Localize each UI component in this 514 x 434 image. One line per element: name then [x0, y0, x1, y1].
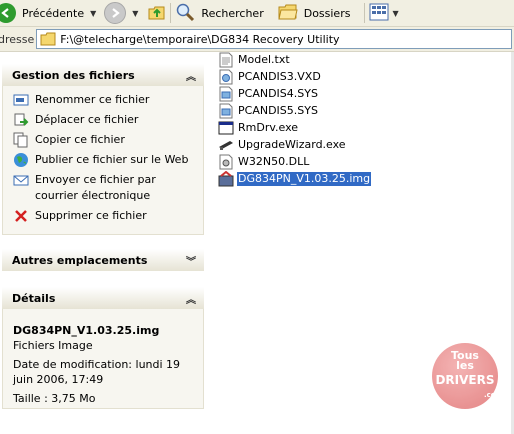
back-label: Précédente [22, 6, 85, 20]
exe-file-icon [218, 137, 234, 153]
watermark-line: les [456, 359, 474, 372]
image-file-icon [218, 171, 234, 187]
task-label: Envoyer ce fichier par courrier électron… [35, 173, 156, 202]
system-file-icon [218, 86, 234, 102]
toolbar-separator [364, 3, 366, 23]
file-tasks-title: Gestion des fichiers [12, 68, 135, 82]
file-item[interactable]: UpgradeWizard.exe [218, 137, 347, 153]
address-input[interactable]: F:\@telecharge\temporaire\DG834 Recovery… [36, 29, 512, 49]
toolbar: Précédente ▼ ▼ Rechercher Dossiers ▼ [0, 0, 514, 27]
detail-modified: Date de modification: lundi 19 juin 2006… [13, 358, 181, 386]
file-item[interactable]: W32N50.DLL [218, 154, 310, 170]
forward-arrow-icon [104, 2, 127, 24]
file-name: PCANDIS3.VXD [238, 70, 321, 83]
file-tasks-header[interactable]: Gestion des fichiers ︽ [2, 64, 204, 86]
exe-file-icon [218, 120, 234, 136]
file-tasks-body: Renommer ce fichier Déplacer ce fichier … [2, 86, 204, 235]
forward-button[interactable]: ▼ [104, 2, 138, 24]
file-item[interactable]: Model.txt [218, 52, 291, 68]
file-name: W32N50.DLL [238, 155, 310, 168]
details-body: DG834PN_V1.03.25.img Fichiers Image Date… [2, 309, 204, 409]
detail-size: Taille : 3,75 Mo [13, 392, 96, 405]
task-label: Publier ce fichier sur le Web [35, 153, 189, 166]
details-title: Détails [12, 291, 56, 305]
move-icon [13, 112, 29, 128]
file-name: RmDrv.exe [238, 121, 299, 134]
task-rename[interactable]: Renommer ce fichier [13, 92, 195, 108]
file-name: DG834PN_V1.03.25.img [237, 172, 372, 186]
views-icon [369, 3, 389, 24]
file-item[interactable]: PCANDIS5.SYS [218, 103, 319, 119]
task-email[interactable]: Envoyer ce fichier par courrier électron… [13, 172, 195, 204]
toolbar-separator [170, 3, 172, 23]
folders-icon [278, 3, 298, 24]
back-button[interactable]: Précédente ▼ [0, 2, 96, 24]
expand-chevron-icon[interactable]: ︾ [186, 253, 196, 268]
other-places-header[interactable]: Autres emplacements ︾ [2, 249, 204, 271]
folders-label: Dossiers [303, 6, 351, 20]
folders-button[interactable]: Dossiers [278, 2, 351, 24]
search-icon [175, 2, 195, 25]
copy-icon [13, 132, 29, 148]
details-header[interactable]: Détails ︽ [2, 287, 204, 309]
task-delete[interactable]: Supprimer ce fichier [13, 208, 195, 224]
dll-file-icon [218, 154, 234, 170]
address-path: F:\@telecharge\temporaire\DG834 Recovery… [60, 32, 340, 46]
delete-icon [13, 208, 29, 224]
task-label: Supprimer ce fichier [35, 209, 147, 222]
task-move[interactable]: Déplacer ce fichier [13, 112, 195, 128]
search-label: Rechercher [201, 6, 264, 20]
task-label: Déplacer ce fichier [35, 113, 139, 126]
detail-file-name: DG834PN_V1.03.25.img [13, 324, 160, 337]
task-publish-web[interactable]: Publier ce fichier sur le Web [13, 152, 195, 168]
file-tasks-panel: Gestion des fichiers ︽ Renommer ce fichi… [2, 64, 204, 235]
file-name: PCANDIS4.SYS [238, 87, 318, 100]
file-item-selected[interactable]: DG834PN_V1.03.25.img [218, 171, 372, 187]
collapse-chevron-icon[interactable]: ︽ [186, 68, 196, 83]
search-button[interactable]: Rechercher [175, 2, 264, 25]
file-list: Model.txt PCANDIS3.VXD PCANDIS4.SYS PCAN… [216, 52, 512, 202]
rename-icon [13, 92, 29, 108]
file-name: UpgradeWizard.exe [238, 138, 346, 151]
task-label: Renommer ce fichier [35, 93, 150, 106]
back-dropdown-icon[interactable]: ▼ [90, 9, 96, 18]
globe-icon [13, 152, 29, 168]
up-folder-button[interactable] [148, 2, 166, 24]
system-file-icon [218, 69, 234, 85]
detail-file-type: Fichiers Image [13, 339, 93, 352]
file-item[interactable]: PCANDIS4.SYS [218, 86, 319, 102]
file-item[interactable]: RmDrv.exe [218, 120, 299, 136]
back-arrow-icon [0, 3, 16, 23]
system-file-icon [218, 103, 234, 119]
watermark-logo: Tous les DRIVERS .com [432, 343, 503, 409]
collapse-chevron-icon[interactable]: ︽ [186, 291, 196, 306]
mail-icon [13, 172, 29, 188]
up-folder-icon [148, 4, 166, 22]
file-name: Model.txt [238, 53, 290, 66]
other-places-panel: Autres emplacements ︾ [2, 249, 204, 271]
details-panel: Détails ︽ DG834PN_V1.03.25.img Fichiers … [2, 287, 204, 409]
other-places-title: Autres emplacements [12, 253, 148, 267]
folder-icon [40, 32, 56, 46]
watermark-line: DRIVERS [435, 373, 495, 387]
forward-dropdown-icon[interactable]: ▼ [132, 9, 138, 18]
watermark-line: .com [484, 391, 503, 399]
views-button[interactable]: ▼ [369, 2, 399, 24]
task-label: Copier ce fichier [35, 133, 125, 146]
task-copy[interactable]: Copier ce fichier [13, 132, 195, 148]
views-dropdown-icon[interactable]: ▼ [392, 9, 398, 18]
task-pane: Gestion des fichiers ︽ Renommer ce fichi… [0, 52, 212, 434]
address-label: dresse [0, 32, 35, 46]
file-item[interactable]: PCANDIS3.VXD [218, 69, 322, 85]
text-file-icon [218, 52, 234, 68]
file-name: PCANDIS5.SYS [238, 104, 318, 117]
address-bar: dresse F:\@telecharge\temporaire\DG834 R… [0, 27, 514, 52]
